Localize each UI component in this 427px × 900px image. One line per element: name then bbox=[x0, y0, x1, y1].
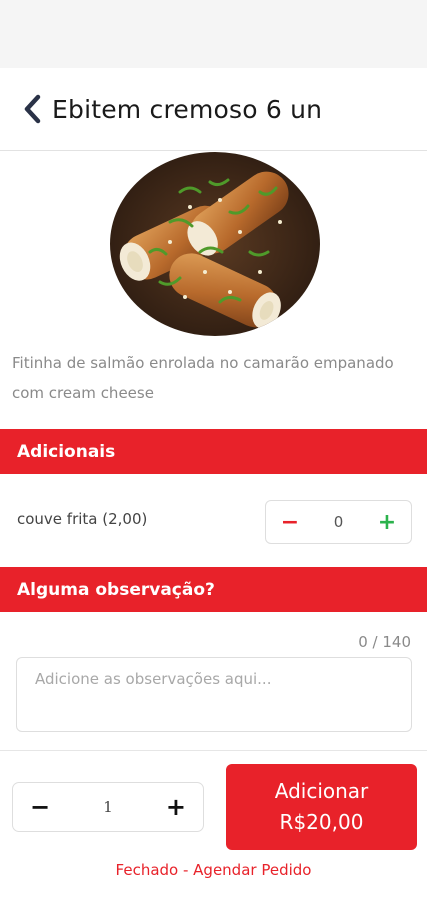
add-button-label: Adicionar bbox=[274, 779, 369, 803]
addon-increment-button[interactable]: + bbox=[375, 510, 399, 535]
addon-item-label: couve frita (2,00) bbox=[17, 510, 148, 528]
addon-quantity-stepper: − 0 + bbox=[265, 500, 412, 544]
product-description: Fitinha de salmão enrolada no camarão em… bbox=[12, 354, 394, 402]
addons-section-title: Adicionais bbox=[17, 441, 116, 462]
add-button-price: R$20,00 bbox=[279, 810, 364, 834]
status-bar-area bbox=[0, 0, 427, 68]
product-image bbox=[110, 152, 320, 336]
char-counter: 0 / 140 bbox=[358, 633, 411, 651]
divider bbox=[0, 750, 427, 751]
header: Ebitem cremoso 6 un bbox=[0, 68, 427, 151]
observation-section-title: Alguma observação? bbox=[17, 579, 215, 600]
quantity-decrement-button[interactable]: − bbox=[27, 793, 53, 821]
quantity-increment-button[interactable]: + bbox=[163, 793, 189, 821]
chevron-left-icon bbox=[24, 94, 41, 124]
back-button[interactable] bbox=[10, 87, 54, 131]
addon-decrement-button[interactable]: − bbox=[278, 510, 302, 535]
quantity-stepper: − 1 + bbox=[12, 782, 204, 832]
addons-section-header: Adicionais bbox=[0, 429, 427, 474]
quantity-value: 1 bbox=[103, 798, 113, 816]
observation-input[interactable] bbox=[16, 657, 412, 732]
add-to-cart-button[interactable]: Adicionar R$20,00 bbox=[226, 764, 417, 850]
observation-section-header: Alguma observação? bbox=[0, 567, 427, 612]
addon-quantity-value: 0 bbox=[333, 513, 344, 531]
page-title: Ebitem cremoso 6 un bbox=[52, 94, 323, 124]
schedule-order-link[interactable]: Fechado - Agendar Pedido bbox=[0, 861, 427, 879]
